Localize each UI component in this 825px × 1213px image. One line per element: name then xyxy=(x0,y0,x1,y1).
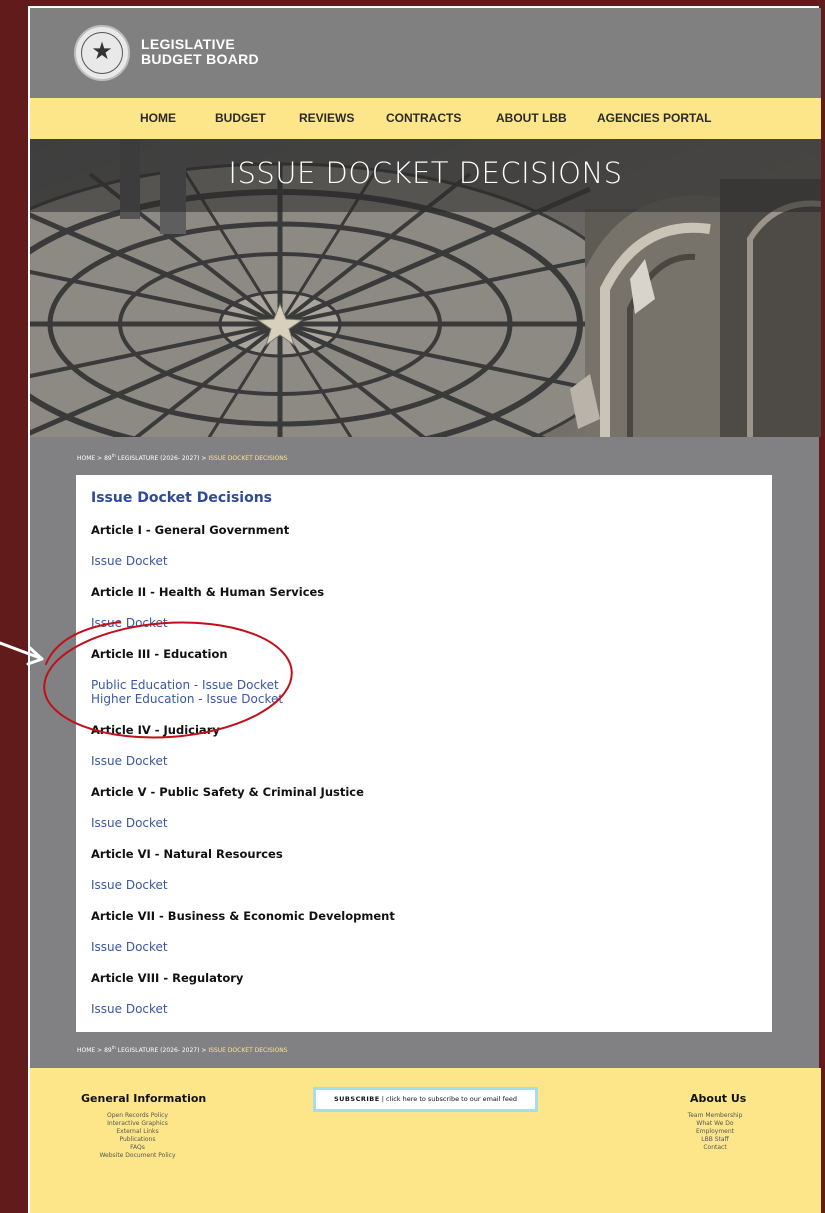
red-circle-annotation xyxy=(43,621,293,739)
annotation-overlay xyxy=(0,621,293,739)
arrow-icon xyxy=(0,641,44,666)
